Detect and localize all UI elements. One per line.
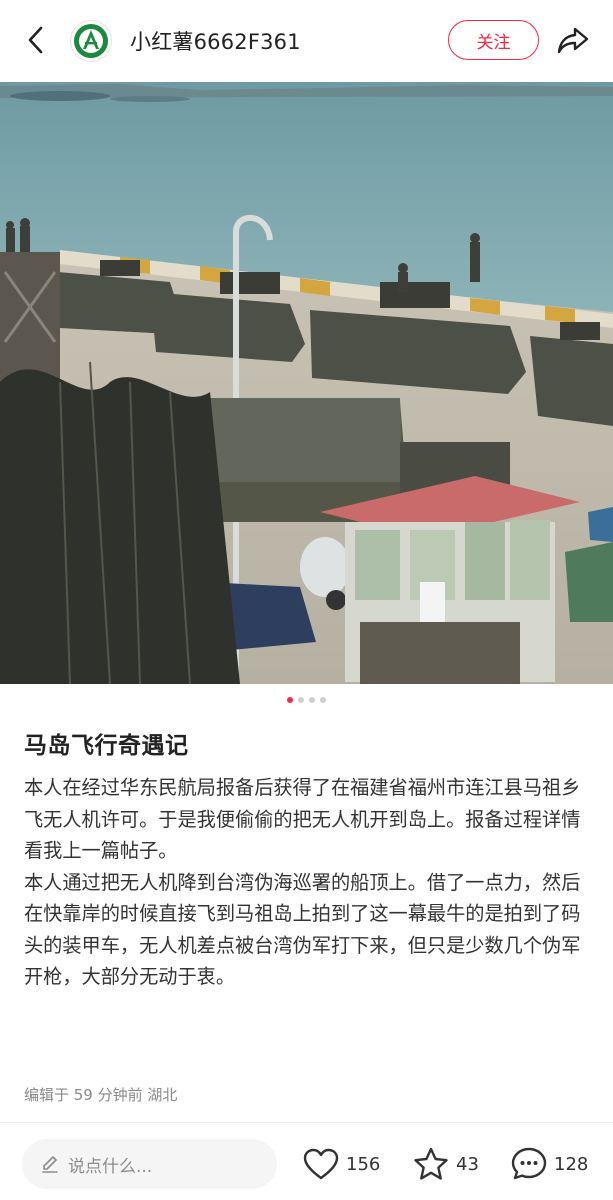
comment-count: 128 — [554, 1153, 589, 1175]
follow-button[interactable]: 关注 — [448, 20, 539, 60]
share-button[interactable] — [553, 22, 593, 58]
comment-input[interactable]: 说点什么... — [22, 1139, 277, 1189]
carousel-indicator — [0, 697, 613, 707]
username[interactable]: 小红薯6662F361 — [130, 26, 301, 56]
carousel-dot-3[interactable] — [309, 697, 315, 703]
post-body: 本人在经过华东民航局报备后获得了在福建省福州市连江县马祖乡飞无人机许可。于是我便… — [24, 772, 594, 993]
collect-button[interactable]: 43 — [412, 1145, 479, 1183]
star-icon — [414, 1147, 448, 1180]
post-title: 马岛飞行奇遇记 — [24, 733, 189, 759]
heart-icon — [303, 1148, 339, 1180]
avatar-logo-icon — [74, 24, 108, 58]
post-meta: 编辑于 59 分钟前 湖北 — [24, 1086, 178, 1104]
collect-count: 43 — [456, 1153, 479, 1175]
like-count: 156 — [346, 1153, 381, 1175]
post-paragraph-1: 本人在经过华东民航局报备后获得了在福建省福州市连江县马祖乡飞无人机许可。于是我便… — [24, 776, 581, 862]
share-arrow-icon — [557, 27, 589, 54]
comment-bubble-icon — [511, 1147, 547, 1180]
comment-button[interactable]: 128 — [510, 1145, 588, 1183]
carousel-dot-1[interactable] — [287, 697, 293, 703]
post-image[interactable] — [0, 82, 613, 684]
back-button[interactable] — [18, 22, 54, 58]
divider — [0, 1122, 613, 1123]
carousel-dot-4[interactable] — [320, 697, 326, 703]
top-bar: 小红薯6662F361 关注 — [0, 0, 613, 82]
post-paragraph-2: 本人通过把无人机降到台湾伪海巡署的船顶上。借了一点力，然后在快靠岸的时候直接飞到… — [24, 870, 581, 989]
harbor-photo — [0, 82, 613, 684]
comment-placeholder: 说点什么... — [68, 1156, 153, 1177]
carousel-dot-2[interactable] — [298, 697, 304, 703]
like-button[interactable]: 156 — [302, 1145, 380, 1183]
avatar[interactable] — [70, 20, 112, 62]
pencil-icon — [42, 1156, 58, 1173]
back-arrow-icon — [28, 26, 43, 54]
